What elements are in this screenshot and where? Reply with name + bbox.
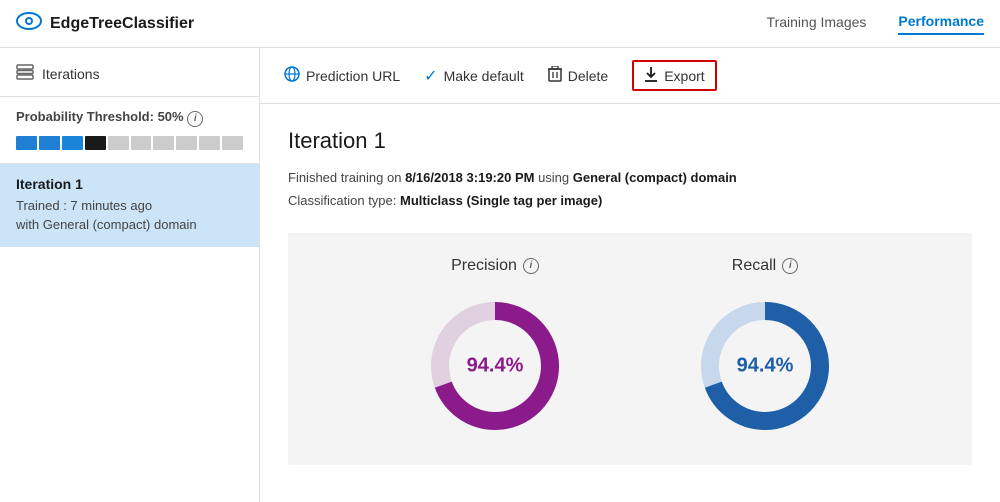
meta-line2: Classification type: Multiclass (Single … — [288, 189, 972, 212]
bar-8 — [176, 136, 197, 150]
bar-4 — [85, 136, 106, 150]
threshold-bar — [16, 135, 243, 151]
threshold-info-icon[interactable]: i — [187, 111, 203, 127]
threshold-value: 50% — [158, 109, 184, 124]
bar-3 — [62, 136, 83, 150]
prediction-url-label: Prediction URL — [306, 68, 400, 84]
globe-icon — [284, 66, 300, 85]
meta-line2-prefix: Classification type: — [288, 193, 400, 208]
main-layout: Iterations Probability Threshold: 50% i — [0, 48, 1000, 502]
meta-line1-prefix: Finished training on — [288, 170, 405, 185]
iteration-title: Iteration 1 — [288, 128, 972, 154]
meta-line2-type: Multiclass (Single tag per image) — [400, 193, 602, 208]
iterations-label: Iterations — [42, 66, 100, 82]
meta-line1: Finished training on 8/16/2018 3:19:20 P… — [288, 166, 972, 189]
recall-info-icon[interactable]: i — [782, 258, 798, 274]
recall-donut: 94.4% — [690, 291, 840, 441]
meta-line1-mid: using — [534, 170, 572, 185]
nav-training-images[interactable]: Training Images — [767, 14, 867, 34]
precision-label-text: Precision — [451, 257, 517, 275]
iteration-item-line1: Trained : 7 minutes ago — [16, 196, 243, 216]
toolbar: Prediction URL ✓ Make default — [260, 48, 1000, 104]
main-content: Prediction URL ✓ Make default — [260, 48, 1000, 502]
threshold-section: Probability Threshold: 50% i — [0, 97, 259, 164]
prediction-url-button[interactable]: Prediction URL — [284, 66, 400, 85]
export-label: Export — [664, 68, 704, 84]
iteration-meta: Finished training on 8/16/2018 3:19:20 P… — [288, 166, 972, 213]
export-button[interactable]: Export — [632, 60, 716, 91]
bar-9 — [199, 136, 220, 150]
precision-donut: 94.4% — [420, 291, 570, 441]
top-nav: EdgeTreeClassifier Training Images Perfo… — [0, 0, 1000, 48]
bar-6 — [131, 136, 152, 150]
trash-icon — [548, 66, 562, 85]
iteration-list-item[interactable]: Iteration 1 Trained : 7 minutes ago with… — [0, 164, 259, 247]
precision-chart: Precision i 94.4% — [420, 257, 570, 441]
recall-label-text: Recall — [732, 257, 776, 275]
threshold-text: Probability Threshold: 50% — [16, 109, 184, 124]
nav-performance[interactable]: Performance — [898, 13, 984, 35]
bar-1 — [16, 136, 37, 150]
threshold-label: Probability Threshold: 50% i — [16, 109, 243, 127]
precision-label: Precision i — [451, 257, 539, 275]
make-default-button[interactable]: ✓ Make default — [424, 66, 524, 86]
export-icon — [644, 66, 658, 85]
recall-label: Recall i — [732, 257, 798, 275]
delete-button[interactable]: Delete — [548, 66, 608, 85]
content-area: Iteration 1 Finished training on 8/16/20… — [260, 104, 1000, 502]
bar-7 — [153, 136, 174, 150]
recall-value: 94.4% — [737, 354, 794, 377]
charts-section: Precision i 94.4% — [288, 233, 972, 465]
sidebar: Iterations Probability Threshold: 50% i — [0, 48, 260, 502]
precision-info-icon[interactable]: i — [523, 258, 539, 274]
eye-icon — [16, 10, 42, 38]
app-title: EdgeTreeClassifier — [50, 15, 194, 33]
bar-10 — [222, 136, 243, 150]
iteration-item-line2: with General (compact) domain — [16, 215, 243, 235]
bar-5 — [108, 136, 129, 150]
meta-line1-date: 8/16/2018 3:19:20 PM — [405, 170, 534, 185]
logo-area: EdgeTreeClassifier — [16, 10, 767, 38]
make-default-label: Make default — [444, 68, 524, 84]
sidebar-header: Iterations — [0, 48, 259, 97]
check-icon: ✓ — [424, 66, 437, 86]
nav-links: Training Images Performance — [767, 13, 984, 35]
recall-chart: Recall i 94.4% — [690, 257, 840, 441]
meta-line1-domain: General (compact) domain — [573, 170, 737, 185]
iteration-item-title: Iteration 1 — [16, 176, 243, 192]
iterations-icon — [16, 64, 34, 84]
bar-2 — [39, 136, 60, 150]
delete-label: Delete — [568, 68, 608, 84]
precision-value: 94.4% — [467, 354, 524, 377]
